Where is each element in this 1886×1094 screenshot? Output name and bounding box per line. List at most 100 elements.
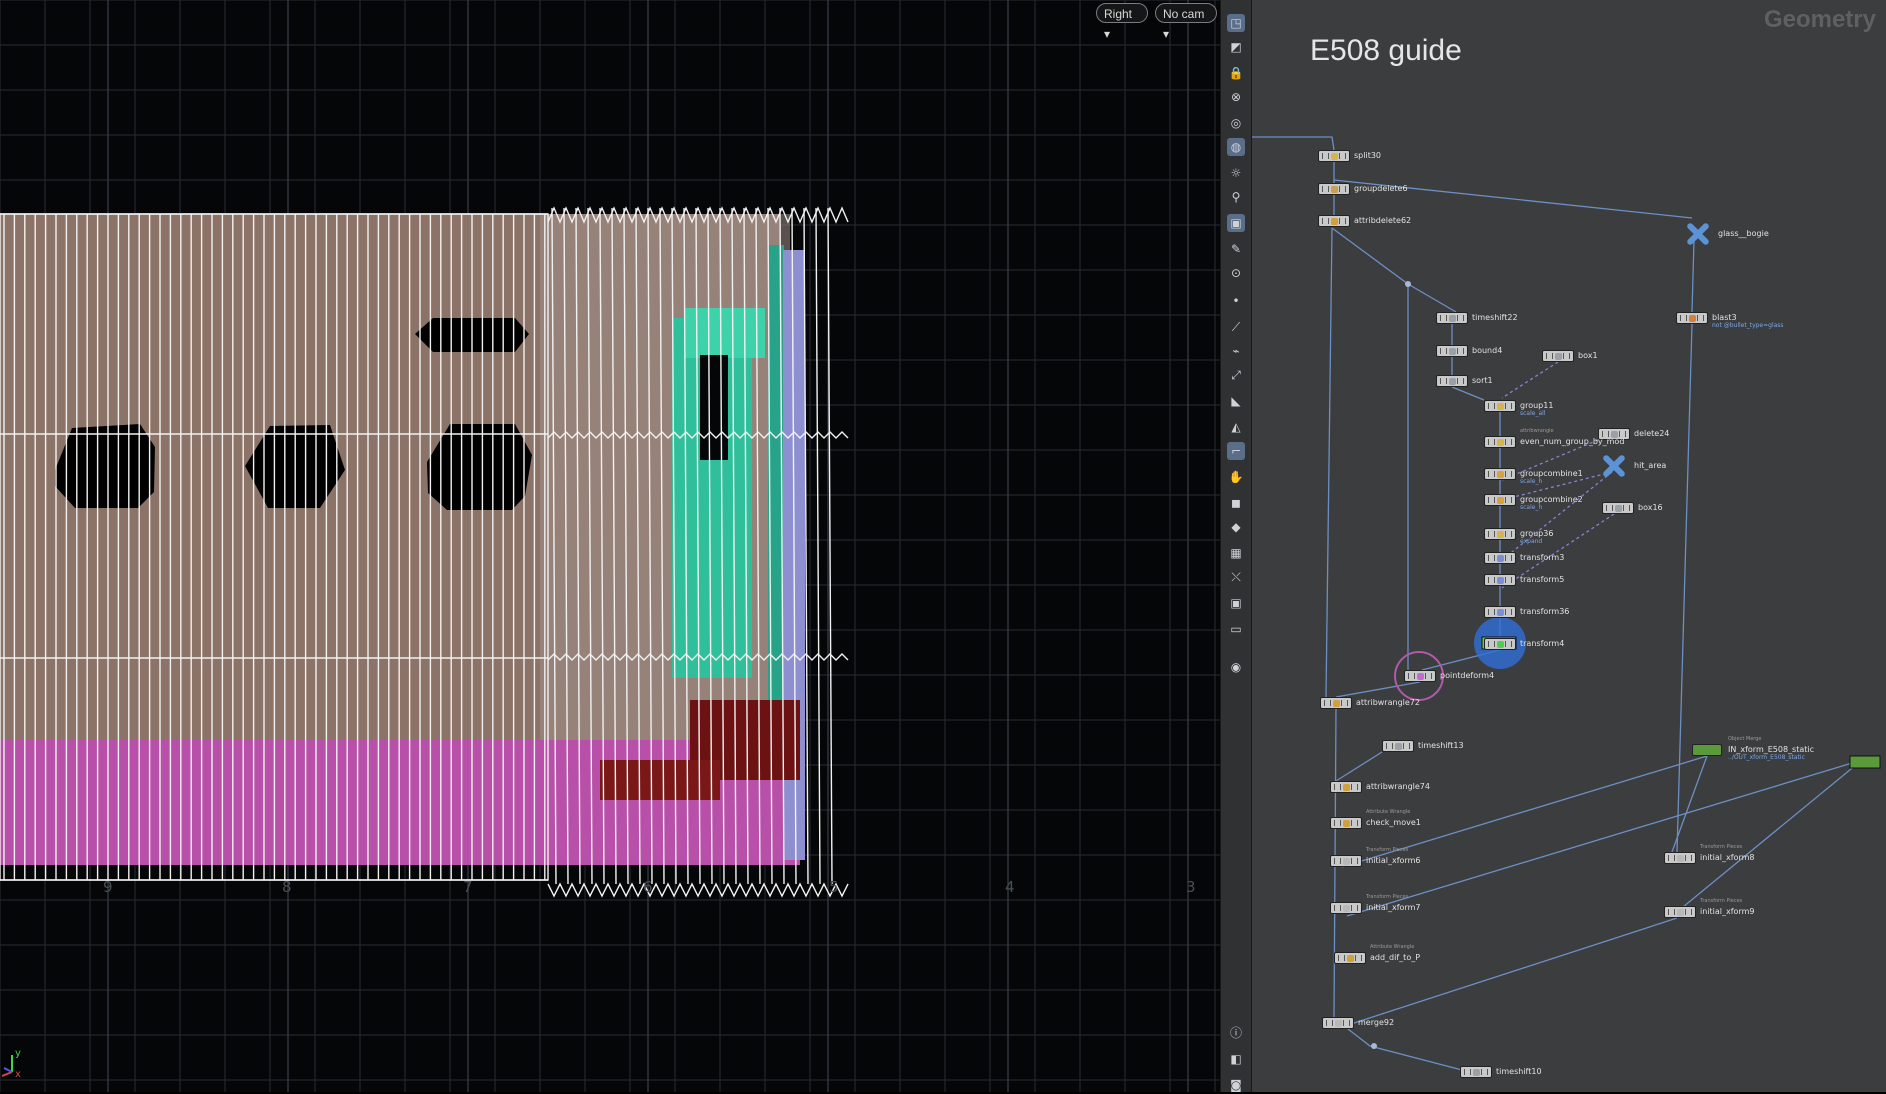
node-body xyxy=(1484,606,1516,618)
light-icon[interactable]: ◍ xyxy=(1227,138,1245,156)
lock-icon[interactable]: 🔒 xyxy=(1227,64,1245,82)
ruler-icon[interactable]: ⌐ xyxy=(1227,442,1245,460)
node-descriptor: Transform Pieces xyxy=(1700,898,1743,904)
node-type-icon xyxy=(1497,641,1504,648)
node-wire xyxy=(1676,323,1693,853)
select-icon[interactable]: ◳ xyxy=(1227,14,1245,32)
measure-icon[interactable]: ⤢ xyxy=(1227,366,1245,384)
cage-line xyxy=(815,207,821,885)
node-descriptor: Attribute Wrangle xyxy=(1366,809,1411,815)
dropper-icon[interactable]: ⌁ xyxy=(1227,342,1245,360)
node-body xyxy=(1320,697,1352,709)
node-comment: expand xyxy=(1520,538,1543,545)
camera-dropdown[interactable]: No cam ▾ xyxy=(1155,3,1217,41)
snapshot-icon[interactable]: ▣ xyxy=(1227,594,1245,612)
node-body xyxy=(1404,670,1436,682)
node-type-icon xyxy=(1555,353,1562,360)
grid-number-label: 4 xyxy=(1005,878,1015,896)
node-body xyxy=(1484,494,1516,506)
axis-x-label: x xyxy=(15,1069,21,1080)
node-body xyxy=(1436,375,1468,387)
tool-icon[interactable]: ◭ xyxy=(1227,418,1245,436)
node-wire xyxy=(1325,227,1333,698)
pin-icon[interactable]: ◉ xyxy=(1227,658,1245,676)
bypass-node-icon xyxy=(1686,222,1710,246)
grab-icon[interactable]: ⤬ xyxy=(1227,568,1245,586)
grid-number-label: 5 xyxy=(829,878,839,896)
node-name: attribdelete62 xyxy=(1354,216,1412,225)
snap-icon[interactable]: ⊗ xyxy=(1227,88,1245,106)
node-name: check_move1 xyxy=(1366,818,1421,827)
knife-icon[interactable]: ◣ xyxy=(1227,392,1245,410)
hand-icon[interactable]: ✋ xyxy=(1227,468,1245,486)
pen-icon[interactable]: ⟋ xyxy=(1227,318,1245,336)
info-icon[interactable]: ⓘ xyxy=(1227,1024,1245,1042)
floor-mesh xyxy=(0,740,800,865)
node-type-icon xyxy=(1449,315,1456,322)
object-merge-node-right xyxy=(1849,755,1881,769)
view-icon[interactable]: ◩ xyxy=(1227,38,1245,56)
diamond-icon[interactable]: ◆ xyxy=(1227,518,1245,536)
node-descriptor: Attribute Wrangle xyxy=(1370,944,1415,950)
node-type-icon xyxy=(1343,858,1350,865)
display-icon[interactable]: ▣ xyxy=(1227,214,1245,232)
grid-number-label: 3 xyxy=(1186,878,1196,896)
node-name: glass__bogie xyxy=(1718,229,1769,238)
viewport-toolbar: ◳ ◩ 🔒 ⊗ ◎ ◍ ☼ ⚲ ▣ ✎ ⊙ • ⟋ ⌁ ⤢ ◣ ◭ ⌐ ✋ ◼ ◆ ▦ ⤬ ▣ ▭ ◉ ⓘ ◧ ◙ xyxy=(1220,0,1252,1092)
screen-icon[interactable]: ▭ xyxy=(1227,620,1245,638)
node-type-icon xyxy=(1347,955,1354,962)
node-comment: ../OUT_xform_E508_static xyxy=(1728,754,1805,761)
node-type-icon xyxy=(1335,1020,1342,1027)
node-name: timeshift13 xyxy=(1418,741,1464,750)
node-body xyxy=(1460,1066,1492,1078)
node-comment: scale_all xyxy=(1520,410,1546,417)
node-wire xyxy=(1335,751,1383,782)
node-body xyxy=(1330,781,1362,793)
grid-number-label: 7 xyxy=(463,878,473,896)
window-1 xyxy=(55,424,155,508)
node-name: bound4 xyxy=(1472,346,1503,355)
node-body xyxy=(1330,902,1362,914)
node-name: sort1 xyxy=(1472,376,1493,385)
node-wire xyxy=(1252,136,1335,151)
eye-icon[interactable]: ◙ xyxy=(1227,1076,1245,1094)
node-type-icon xyxy=(1689,315,1696,322)
node-body xyxy=(1330,817,1362,829)
axis-y-label: y xyxy=(15,1048,21,1059)
node-body xyxy=(1664,906,1696,918)
floor-dark-red-2 xyxy=(600,760,720,800)
camera-icon[interactable]: ◎ xyxy=(1227,114,1245,132)
grid-number-label: 8 xyxy=(282,878,292,896)
node-body xyxy=(1334,952,1366,964)
scene-viewport[interactable]: y x 9 8 7 6 4 3 5 Right ▾ No cam ▾ xyxy=(0,0,1220,1092)
node-body xyxy=(1484,552,1516,564)
node-network-editor[interactable]: Geometry E508 guide split30 groupdelete6 a… xyxy=(1252,0,1886,1092)
node-wire xyxy=(1501,361,1559,399)
sticky-note-title: E508 guide xyxy=(1310,34,1462,67)
layers-icon[interactable]: ◧ xyxy=(1227,1050,1245,1068)
node-body xyxy=(1602,502,1634,514)
wire-dot xyxy=(1371,1043,1377,1049)
camera-rig-icon[interactable]: ⊙ xyxy=(1227,264,1245,282)
node-body xyxy=(1542,350,1574,362)
node-name: split30 xyxy=(1354,151,1382,160)
viewport-canvas[interactable]: y x 9 8 7 6 4 3 5 xyxy=(0,0,1220,1092)
node-name: transform3 xyxy=(1520,553,1565,562)
box-icon[interactable]: ◼ xyxy=(1227,494,1245,512)
brush-icon[interactable]: ✎ xyxy=(1227,240,1245,258)
pose-icon[interactable]: ⚲ xyxy=(1227,188,1245,206)
dot-icon[interactable]: • xyxy=(1227,292,1245,310)
context-label: Geometry xyxy=(1763,6,1876,33)
node-name: attribwrangle72 xyxy=(1356,698,1420,707)
cage-zigzag xyxy=(547,882,849,898)
node-body xyxy=(1318,150,1350,162)
node-body xyxy=(1318,215,1350,227)
render-icon[interactable]: ▦ xyxy=(1227,544,1245,562)
node-name: timeshift22 xyxy=(1472,313,1518,322)
node-name: delete24 xyxy=(1634,429,1670,438)
node-name: initial_xform6 xyxy=(1366,856,1421,865)
node-body xyxy=(1436,345,1468,357)
view-direction-dropdown[interactable]: Right ▾ xyxy=(1096,3,1148,41)
lamp-icon[interactable]: ☼ xyxy=(1227,164,1245,182)
node-wire xyxy=(1347,1028,1463,1071)
